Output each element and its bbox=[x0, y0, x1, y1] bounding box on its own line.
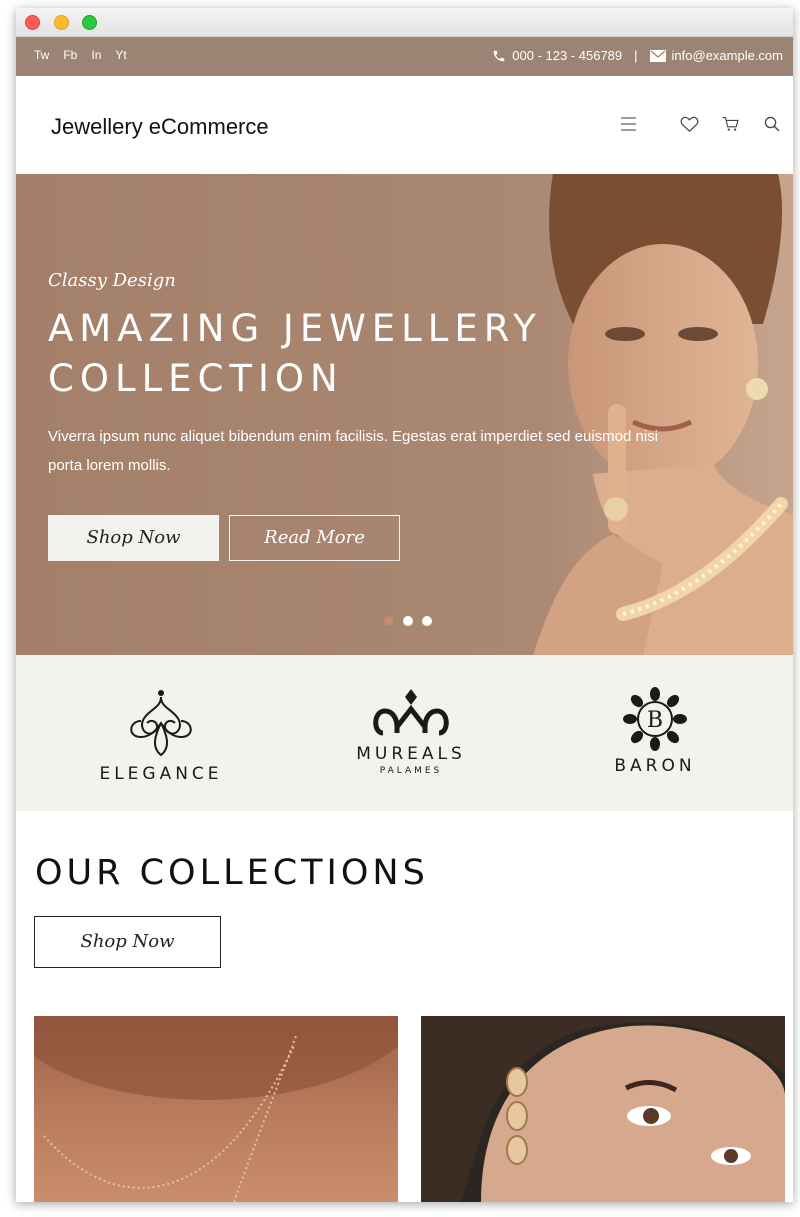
brand-logo-elegance[interactable]: ELEGANCE bbox=[96, 687, 226, 784]
hero-subtitle: Classy Design bbox=[48, 270, 176, 291]
slider-dot-3[interactable] bbox=[422, 616, 432, 626]
window-titlebar bbox=[16, 8, 793, 37]
brand-tagline-palames: PALAMES bbox=[379, 766, 443, 776]
phone-icon bbox=[494, 50, 505, 61]
top-bar: Tw Fb In Yt 000 - 123 - 456789 | info@ex… bbox=[16, 37, 793, 76]
social-link-youtube[interactable]: Yt bbox=[115, 48, 126, 62]
cart-icon[interactable] bbox=[722, 116, 739, 132]
social-link-twitter[interactable]: Tw bbox=[34, 48, 49, 62]
collections-heading: OUR COLLECTIONS bbox=[35, 853, 429, 893]
brand-logo-mureals[interactable]: MUREALS PALAMES bbox=[336, 687, 486, 776]
maximize-window-button[interactable] bbox=[82, 15, 97, 30]
social-link-facebook[interactable]: Fb bbox=[63, 48, 77, 62]
hero-banner: Classy Design AMAZING JEWELLERY COLLECTI… bbox=[16, 174, 793, 655]
phone-number[interactable]: 000 - 123 - 456789 bbox=[512, 48, 622, 63]
brand-name-baron: BARON bbox=[614, 756, 696, 776]
svg-text:B: B bbox=[647, 708, 663, 733]
site-logo[interactable]: Jewellery eCommerce bbox=[51, 114, 269, 140]
email-address[interactable]: info@example.com bbox=[672, 48, 783, 63]
brand-name-elegance: ELEGANCE bbox=[99, 764, 223, 784]
minimize-window-button[interactable] bbox=[54, 15, 69, 30]
contact-info: 000 - 123 - 456789 | info@example.com bbox=[492, 48, 783, 63]
elegance-emblem-icon bbox=[130, 690, 192, 757]
slider-dot-2[interactable] bbox=[403, 616, 413, 626]
collection-card-necklace[interactable] bbox=[34, 1016, 398, 1202]
collection-card-earrings[interactable] bbox=[421, 1016, 785, 1202]
earrings-model-image bbox=[421, 1016, 785, 1202]
site-header: Jewellery eCommerce bbox=[16, 76, 793, 174]
baron-emblem-icon: B bbox=[623, 687, 687, 751]
collections-shop-now-button[interactable]: Shop Now bbox=[34, 916, 221, 968]
menu-icon[interactable] bbox=[620, 116, 637, 132]
browser-window: Tw Fb In Yt 000 - 123 - 456789 | info@ex… bbox=[16, 8, 793, 1202]
social-link-linkedin[interactable]: In bbox=[91, 48, 101, 62]
hero-model-image bbox=[513, 174, 793, 655]
hero-title: AMAZING JEWELLERY COLLECTION bbox=[48, 307, 542, 400]
close-window-button[interactable] bbox=[25, 15, 40, 30]
hero-read-more-button[interactable]: Read More bbox=[229, 515, 400, 561]
slider-pagination bbox=[384, 616, 432, 626]
mureals-emblem-icon bbox=[373, 689, 449, 736]
hero-shop-now-button[interactable]: Shop Now bbox=[48, 515, 219, 561]
brand-logos: ELEGANCE MUREALS PALAMES B BARON bbox=[16, 655, 793, 811]
necklace-model-image bbox=[34, 1016, 398, 1202]
social-links: Tw Fb In Yt bbox=[34, 48, 127, 62]
heart-icon[interactable] bbox=[680, 116, 699, 132]
mail-icon bbox=[649, 49, 666, 62]
search-icon[interactable] bbox=[764, 116, 780, 132]
hero-description: Viverra ipsum nunc aliquet bibendum enim… bbox=[48, 428, 659, 474]
contact-separator: | bbox=[634, 48, 638, 63]
brand-name-mureals: MUREALS bbox=[356, 744, 466, 764]
slider-dot-1[interactable] bbox=[384, 616, 394, 626]
brand-logo-baron[interactable]: B BARON bbox=[596, 687, 714, 776]
